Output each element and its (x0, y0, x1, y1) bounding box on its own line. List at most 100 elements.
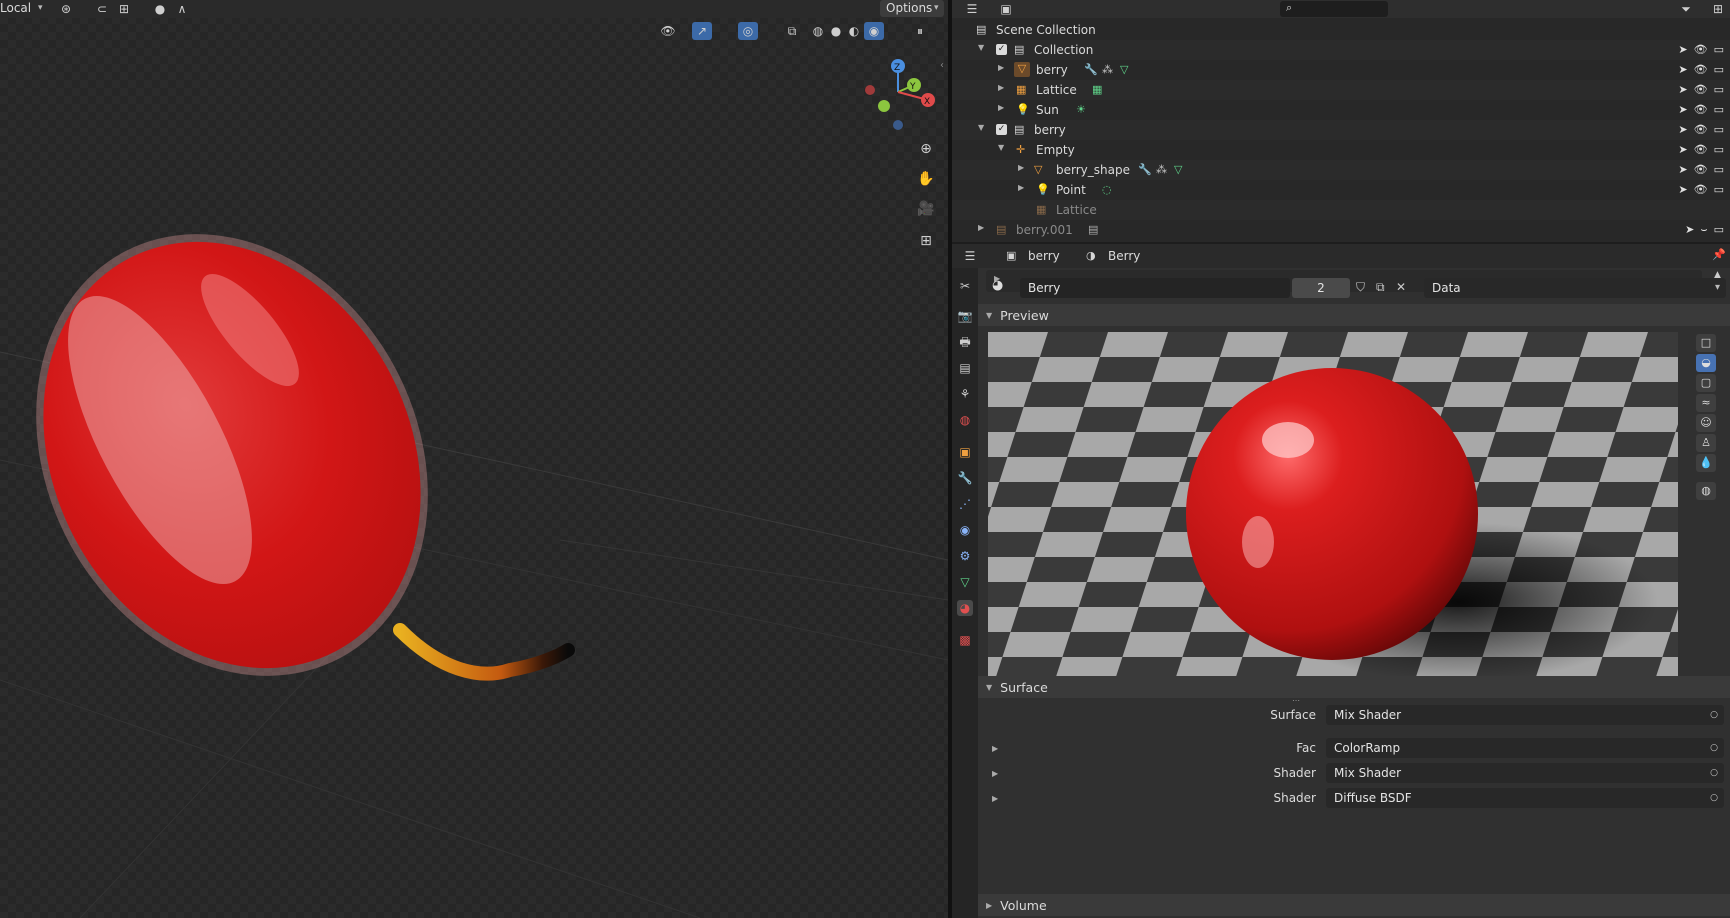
material-sphere-icon[interactable]: ◕ (992, 278, 1003, 293)
snap-target-icon[interactable]: ⊞ (114, 0, 134, 18)
expand-arrow-icon[interactable]: ▶ (992, 769, 998, 778)
outliner-row[interactable]: ▶ ▽ berry 🔧 ⁂ ▽ ➤ 👁 ▭ (952, 60, 1730, 80)
row-toggles[interactable]: ➤ 👁 ▭ (1678, 123, 1724, 136)
material-shading-icon[interactable]: ◐ (844, 22, 864, 40)
preview-cube-icon[interactable]: ▢ (1696, 374, 1716, 392)
fake-user-icon[interactable]: ⛉ (1356, 280, 1365, 295)
row-toggles[interactable]: ➤ 👁 ▭ (1678, 143, 1724, 156)
preview-cloth-icon[interactable]: ♙ (1696, 434, 1716, 452)
outliner-row[interactable]: ▶ ▦ Lattice ▦ ➤ 👁 ▭ (952, 80, 1730, 100)
mesh-data-tab-icon[interactable]: ▽ (957, 574, 973, 590)
row-toggles[interactable]: ➤ 👁 ▭ (1678, 163, 1724, 176)
preview-monkey-icon[interactable]: ☺ (1696, 414, 1716, 432)
particles-tab-icon[interactable]: ⋰ (957, 496, 973, 512)
solid-shading-icon[interactable]: ● (826, 22, 846, 40)
outliner-row[interactable]: ▤ Scene Collection (952, 20, 1730, 40)
pan-hand-icon[interactable]: ✋ (916, 170, 936, 188)
ortho-grid-icon[interactable]: ⊞ (916, 232, 936, 250)
outliner-row[interactable]: ▼ ✓ ▤ berry ➤ 👁 ▭ (952, 120, 1730, 140)
expand-arrow-icon[interactable]: ▼ (978, 123, 984, 132)
outliner-row[interactable]: ▶ ▤ berry.001 ▤ ➤ ⌣ ▭ (952, 220, 1730, 240)
expand-arrow-icon[interactable]: ▶ (992, 744, 998, 753)
outliner-row[interactable]: ▦ Lattice (952, 200, 1730, 220)
row-toggles[interactable]: ➤ 👁 ▭ (1678, 63, 1724, 76)
proportional-edit-icon[interactable]: ● (150, 0, 170, 18)
shader1-input-field[interactable]: Mix Shader ○ (1326, 763, 1724, 783)
view-layer-tab-icon[interactable]: ▤ (957, 360, 973, 376)
render-tab-icon[interactable]: 📷 (957, 308, 973, 324)
expand-arrow-icon[interactable]: ▶ (978, 223, 984, 232)
outliner-row[interactable]: ▶ 💡 Point ◌ ➤ 👁 ▭ (952, 180, 1730, 200)
material-name-field[interactable]: Berry (1020, 278, 1290, 298)
wireframe-shading-icon[interactable]: ◍ (808, 22, 828, 40)
overlay-icon[interactable]: ◎ (738, 22, 758, 40)
physics-tab-icon[interactable]: ◉ (957, 522, 973, 538)
navigation-gizmo[interactable]: Z Y X (858, 52, 938, 132)
new-collection-icon[interactable]: ⊞ (1708, 0, 1728, 18)
3d-viewport[interactable]: Local ▾ ⊛ ⊂ ⊞ ● ∧ Options ▾ 👁 ↗ ◎ ⧉ ◍ ● … (0, 0, 948, 918)
outliner-row[interactable]: ▶ ▽ berry_shape 🔧 ⁂ ▽ ➤ 👁 ▭ (952, 160, 1730, 180)
scene-tab-icon[interactable]: ⚘ (957, 386, 973, 402)
display-mode-icon[interactable]: ▣ (996, 0, 1016, 18)
row-toggles[interactable]: ➤ 👁 ▭ (1678, 83, 1724, 96)
checkbox[interactable]: ✓ (996, 44, 1007, 55)
preview-world-icon[interactable]: ◍ (1696, 482, 1716, 500)
preview-sphere-icon[interactable]: ◒ (1696, 354, 1716, 372)
texture-tab-icon[interactable]: ▩ (957, 632, 973, 648)
expand-arrow-icon[interactable]: ▼ (978, 43, 984, 52)
row-toggles[interactable]: ➤ 👁 ▭ (1678, 183, 1724, 196)
chevron-down-icon[interactable]: ▾ (38, 3, 43, 13)
outliner-row[interactable]: ▶ 💡 Sun ☀ ➤ 👁 ▭ (952, 100, 1730, 120)
orientation-dropdown[interactable]: Local (0, 1, 31, 15)
visibility-icon[interactable]: 👁 (658, 22, 678, 40)
expand-arrow-icon[interactable]: ▶ (1018, 183, 1024, 192)
material-tab-icon[interactable]: ◕ (957, 600, 973, 616)
surface-panel-header[interactable]: ▼ Surface (978, 676, 1730, 698)
pivot-icon[interactable]: ⊛ (56, 0, 76, 18)
unlink-icon[interactable]: ✕ (1396, 280, 1406, 294)
expand-arrow-icon[interactable]: ▶ (998, 83, 1004, 92)
filter-icon[interactable]: ⏷ (1676, 0, 1696, 18)
world-tab-icon[interactable]: ◍ (957, 412, 973, 428)
row-toggles[interactable]: ➤ ⌣ ▭ (1685, 223, 1724, 237)
xray-icon[interactable]: ⧉ (782, 22, 802, 40)
search-input[interactable]: ⌕ (1280, 1, 1388, 17)
surface-shader-field[interactable]: Mix Shader ○ (1326, 705, 1724, 725)
checkbox[interactable]: ✓ (996, 124, 1007, 135)
collapse-sidebar-icon[interactable]: ‹ (940, 60, 944, 71)
gizmo-icon[interactable]: ↗ (692, 22, 712, 40)
editor-type-icon[interactable]: ☰ (960, 247, 980, 265)
expand-arrow-icon[interactable]: ▶ (1018, 163, 1024, 172)
fac-input-field[interactable]: ColorRamp ○ (1326, 738, 1724, 758)
duplicate-icon[interactable]: ⧉ (1376, 280, 1385, 295)
editor-type-icon[interactable]: ☰ (962, 0, 982, 18)
expand-arrow-icon[interactable]: ▼ (998, 143, 1004, 152)
rendered-shading-icon[interactable]: ◉ (864, 22, 884, 40)
outliner-row[interactable]: ▼ ✓ ▤ Collection ➤ 👁 ▭ (952, 40, 1730, 60)
preview-flat-icon[interactable]: □ (1696, 334, 1716, 352)
row-toggles[interactable]: ➤ 👁 ▭ (1678, 103, 1724, 116)
berry-object[interactable] (0, 200, 600, 700)
link-dropdown[interactable]: Data ▾ (1424, 278, 1726, 298)
row-toggles[interactable]: ➤ 👁 ▭ (1678, 43, 1724, 56)
pin-icon[interactable]: 📌 (1712, 248, 1726, 261)
zoom-icon[interactable]: ⊕ (916, 140, 936, 158)
expand-arrow-icon[interactable]: ▶ (992, 794, 998, 803)
tool-tab-icon[interactable]: ✂ (957, 278, 973, 294)
modifier-tab-icon[interactable]: 🔧 (957, 470, 973, 486)
user-count-field[interactable]: 2 (1292, 278, 1350, 298)
expand-arrow-icon[interactable]: ▶ (998, 63, 1004, 72)
constraints-tab-icon[interactable]: ⚙ (957, 548, 973, 564)
falloff-icon[interactable]: ∧ (172, 0, 192, 18)
volume-panel-header[interactable]: ▶ Volume (978, 894, 1730, 916)
camera-icon[interactable]: 🎥 (916, 200, 936, 218)
output-tab-icon[interactable]: 🖶 (957, 334, 973, 350)
preview-fluid-icon[interactable]: 💧 (1696, 454, 1716, 472)
outliner-row[interactable]: ▼ ✛ Empty ➤ 👁 ▭ (952, 140, 1730, 160)
preview-hair-icon[interactable]: ≈ (1696, 394, 1716, 412)
snap-icon[interactable]: ⊂ (92, 0, 112, 18)
object-tab-icon[interactable]: ▣ (957, 444, 973, 460)
shader2-input-field[interactable]: Diffuse BSDF ○ (1326, 788, 1724, 808)
options-dropdown[interactable]: Options ▾ (880, 0, 944, 17)
pause-icon[interactable]: ⏸ (910, 22, 930, 40)
